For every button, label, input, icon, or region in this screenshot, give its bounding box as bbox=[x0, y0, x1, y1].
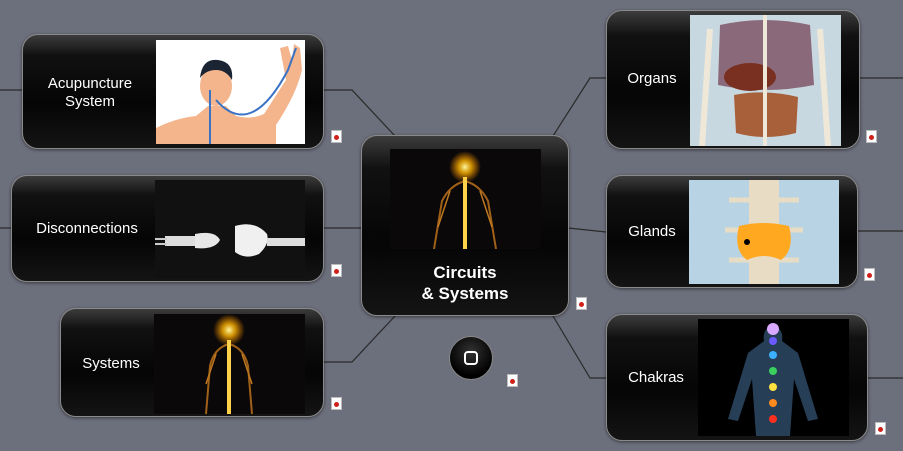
central-node-circuits-systems[interactable]: Circuits & Systems bbox=[361, 135, 569, 316]
central-title: Circuits & Systems bbox=[362, 262, 568, 304]
node-label: Acupuncture System bbox=[23, 75, 157, 111]
glowing-spine-image bbox=[154, 314, 305, 414]
node-label: Disconnections bbox=[12, 220, 162, 238]
connector-systems bbox=[322, 315, 396, 363]
central-spine-image bbox=[390, 149, 541, 249]
thyroid-gland-image bbox=[689, 180, 839, 284]
connector-chakras bbox=[552, 315, 606, 379]
node-glands[interactable]: Glands bbox=[606, 175, 858, 288]
pdf-attachment-icon[interactable] bbox=[864, 268, 875, 281]
rounded-square-button[interactable] bbox=[449, 336, 493, 380]
pdf-attachment-icon[interactable] bbox=[331, 397, 342, 410]
label-line-2: System bbox=[64, 93, 115, 110]
label-text: Systems bbox=[82, 355, 140, 372]
organs-skeleton-image bbox=[690, 15, 841, 146]
node-organs[interactable]: Organs bbox=[606, 10, 860, 149]
unplugged-cable-image bbox=[155, 180, 305, 278]
title-line-2: & Systems bbox=[421, 284, 509, 303]
node-disconnections[interactable]: Disconnections bbox=[11, 175, 324, 282]
node-label: Glands bbox=[607, 223, 697, 241]
node-acupuncture-system[interactable]: Acupuncture System bbox=[22, 34, 324, 149]
title-line-1: Circuits bbox=[433, 263, 497, 282]
pdf-attachment-icon[interactable] bbox=[875, 422, 886, 435]
label-text: Chakras bbox=[628, 369, 684, 386]
pdf-attachment-icon[interactable] bbox=[866, 130, 877, 143]
node-label: Systems bbox=[61, 355, 161, 373]
label-text: Organs bbox=[627, 70, 677, 87]
label-line-1: Acupuncture bbox=[47, 75, 133, 92]
label-text: Disconnections bbox=[36, 220, 138, 237]
pdf-attachment-icon[interactable] bbox=[507, 374, 518, 387]
acupuncture-figure-image bbox=[156, 40, 305, 144]
pdf-attachment-icon[interactable] bbox=[331, 264, 342, 277]
node-label: Chakras bbox=[607, 369, 705, 387]
node-label: Organs bbox=[607, 70, 697, 88]
connector-glands bbox=[567, 227, 607, 233]
pdf-attachment-icon[interactable] bbox=[576, 297, 587, 310]
chakras-body-image bbox=[698, 319, 849, 436]
pdf-attachment-icon[interactable] bbox=[331, 130, 342, 143]
node-chakras[interactable]: Chakras bbox=[606, 314, 868, 441]
node-systems[interactable]: Systems bbox=[60, 308, 324, 417]
rounded-square-icon bbox=[464, 351, 478, 365]
connector-organs bbox=[552, 77, 606, 137]
label-text: Glands bbox=[628, 223, 676, 240]
